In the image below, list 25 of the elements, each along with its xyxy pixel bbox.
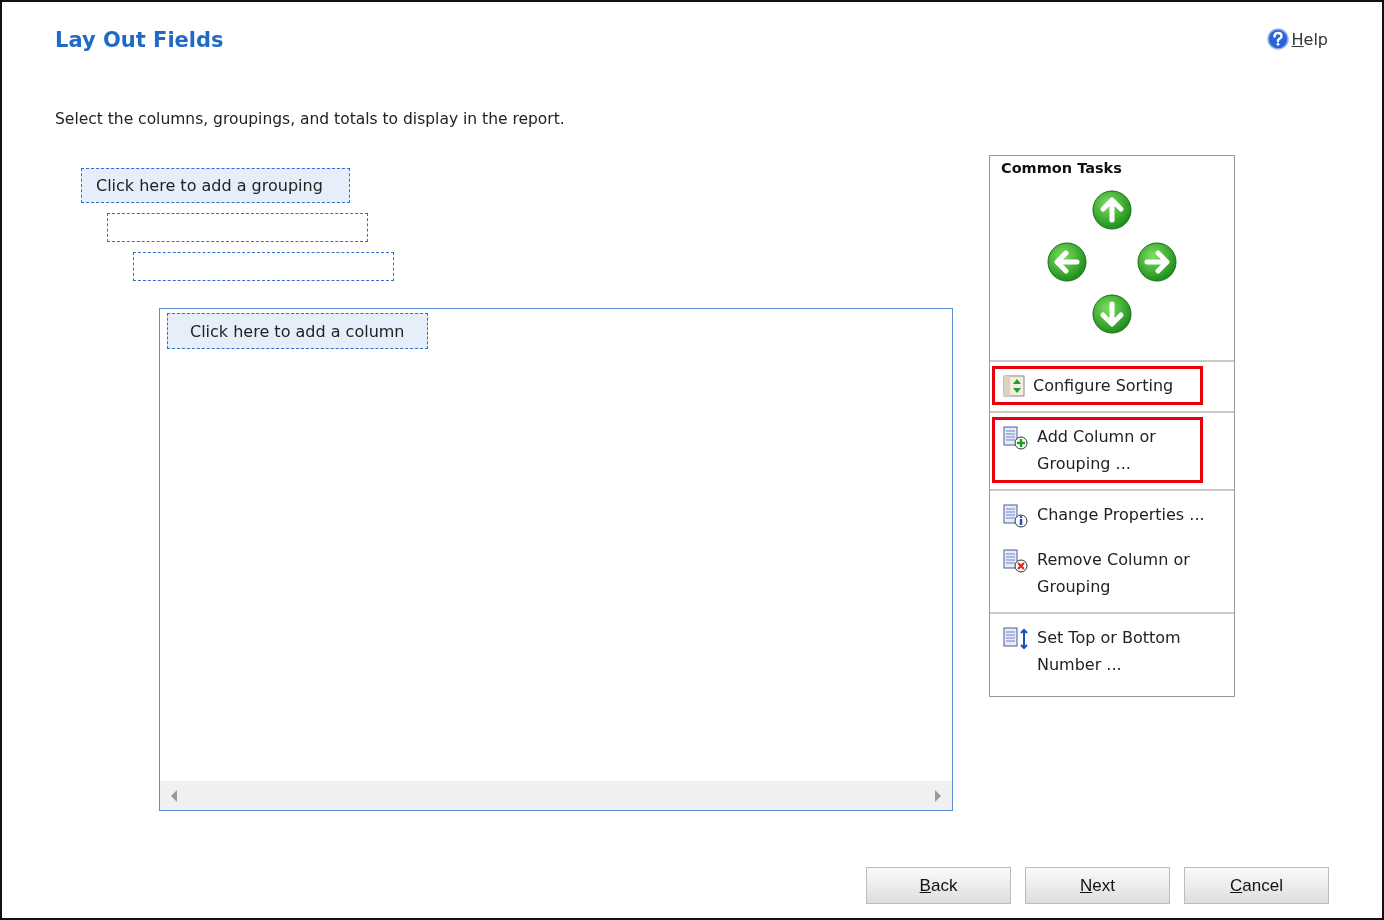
- horizontal-scrollbar[interactable]: [160, 781, 952, 810]
- task-link[interactable]: Add Column or Grouping ...: [992, 417, 1203, 483]
- wizard-button[interactable]: Back: [866, 867, 1011, 904]
- page-title: Lay Out Fields: [55, 28, 224, 52]
- wizard-button[interactable]: Cancel: [1184, 867, 1329, 904]
- properties-icon: [1003, 504, 1029, 528]
- remove-column-icon: [1003, 549, 1029, 573]
- scroll-left-icon[interactable]: [170, 789, 178, 802]
- panel-title: Common Tasks: [1000, 159, 1123, 178]
- sort-icon: [1003, 375, 1025, 397]
- empty-grouping-slot[interactable]: [133, 252, 394, 281]
- scroll-right-icon[interactable]: [934, 789, 942, 802]
- add-grouping-placeholder[interactable]: Click here to add a grouping: [81, 168, 350, 203]
- task-link[interactable]: Configure Sorting: [992, 366, 1203, 405]
- task-link[interactable]: Change Properties ...: [992, 495, 1232, 534]
- top-bottom-icon: [1003, 627, 1029, 651]
- help-icon: [1266, 28, 1289, 50]
- task-link[interactable]: Set Top or Bottom Number ...: [992, 618, 1232, 684]
- wizard-button[interactable]: Next: [1025, 867, 1170, 904]
- add-column-placeholder[interactable]: Click here to add a column: [167, 313, 428, 349]
- empty-grouping-slot[interactable]: [107, 213, 368, 242]
- description-text: Select the columns, groupings, and totals to display in the report.: [55, 110, 566, 128]
- task-link[interactable]: Remove Column or Grouping: [992, 540, 1232, 606]
- help-link[interactable]: Help: [1266, 28, 1328, 50]
- add-column-icon: [1003, 426, 1029, 450]
